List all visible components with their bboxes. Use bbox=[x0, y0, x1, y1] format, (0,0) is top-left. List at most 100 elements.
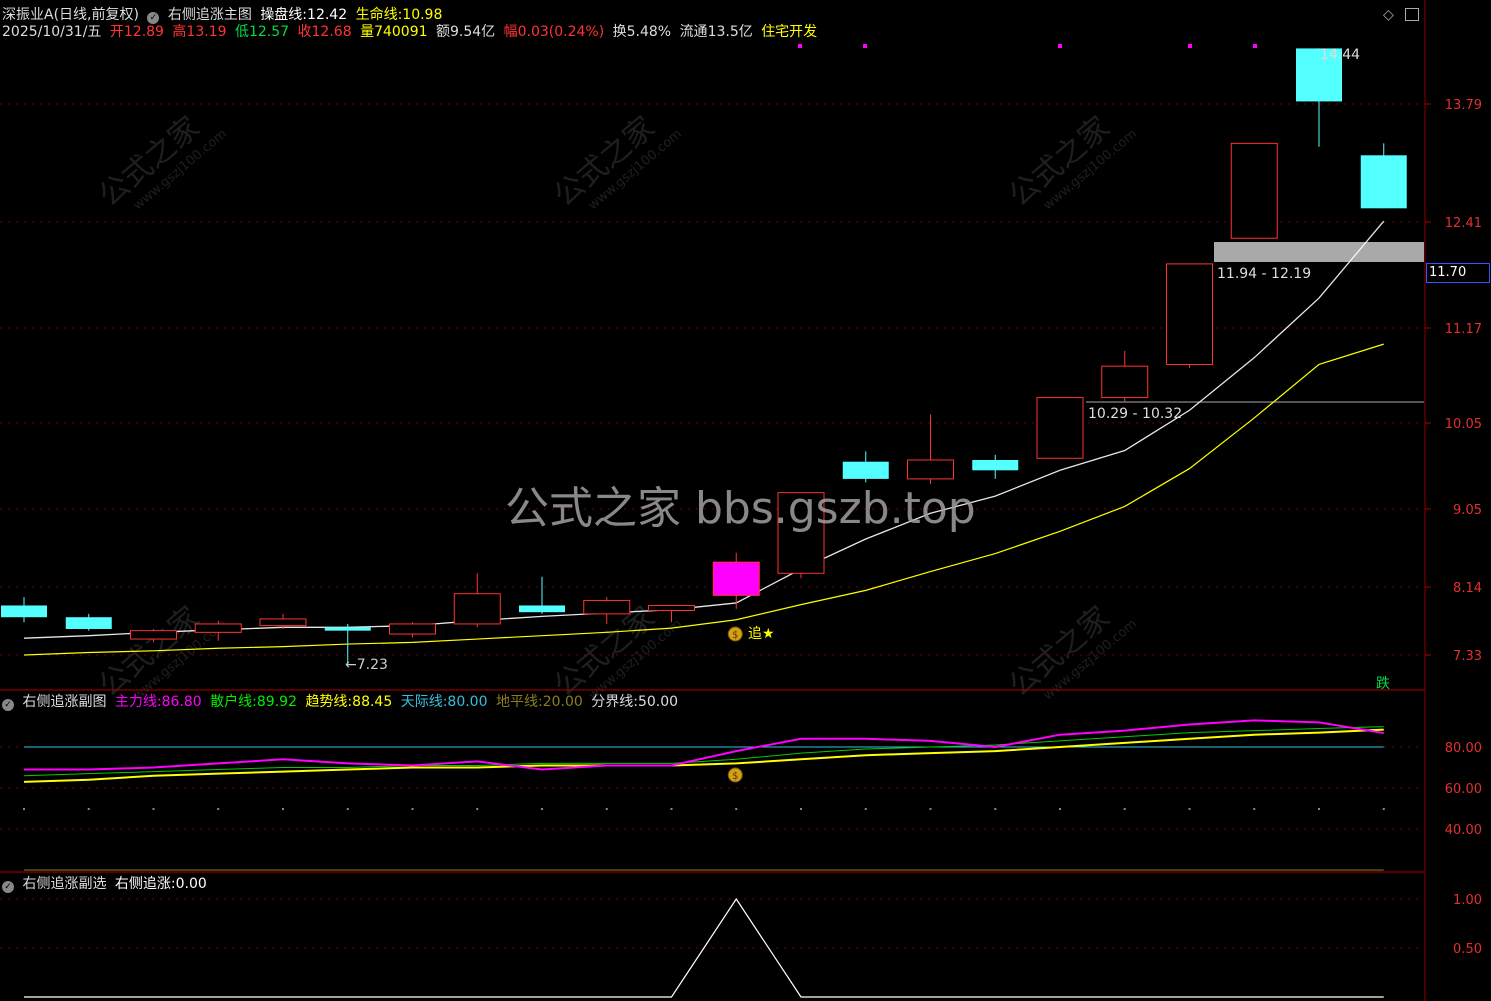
low-marker: ←7.23 bbox=[345, 657, 388, 673]
candle-body bbox=[1, 605, 47, 618]
dipin-value: 20.00 bbox=[542, 694, 583, 710]
x-tick-dot bbox=[735, 808, 738, 810]
zhuli-label: 主力线: bbox=[114, 694, 162, 710]
low-label: 低 bbox=[234, 24, 249, 40]
indicator-menu-icon[interactable]: ✓ bbox=[147, 12, 160, 24]
open-label: 开 bbox=[109, 24, 124, 40]
x-tick-dot bbox=[23, 808, 25, 810]
quote-date: 2025/10/31/五 bbox=[2, 24, 102, 40]
x-tick-dot bbox=[476, 808, 479, 810]
float-label: 流通 bbox=[679, 24, 708, 40]
x-tick-dot bbox=[929, 808, 932, 810]
candle-body bbox=[65, 617, 112, 629]
close-value: 12.68 bbox=[311, 24, 352, 40]
diamond-icon[interactable]: ◇ bbox=[1383, 7, 1394, 23]
money-bag-icon-glyph: $ bbox=[732, 771, 738, 782]
x-tick-dot bbox=[217, 808, 220, 810]
x-tick-dot bbox=[994, 808, 997, 810]
main-header: 深振业A(日线,前复权) ✓ 右侧追涨主图 操盘线:12.42 生命线:10.9… bbox=[2, 7, 446, 24]
sanhu-value: 89.92 bbox=[256, 694, 297, 710]
vol-value: 740091 bbox=[374, 24, 428, 40]
y-tick-label: 1.00 bbox=[1453, 893, 1482, 908]
chase-label: 追★ bbox=[748, 626, 775, 642]
candle-body bbox=[712, 561, 760, 596]
x-tick-dot bbox=[1318, 808, 1320, 810]
top-signal-dot bbox=[1058, 44, 1062, 48]
high-label: 高 bbox=[172, 24, 187, 40]
caopan-label: 操盘线: bbox=[260, 7, 308, 23]
sub2-title[interactable]: 右侧追涨副选 bbox=[22, 876, 106, 892]
low-value: 12.57 bbox=[248, 24, 290, 40]
x-tick-dot bbox=[541, 808, 543, 810]
stock-name[interactable]: 深振业A bbox=[2, 7, 54, 23]
resistance-zone bbox=[1214, 242, 1424, 262]
y-tick-label: 80.00 bbox=[1445, 741, 1482, 756]
sub1-header: ✓ 右侧追涨副图 主力线:86.80 散户线:89.92 趋势线:88.45 天… bbox=[2, 694, 682, 711]
x-tick-dot bbox=[864, 808, 867, 810]
x-tick-dot bbox=[1253, 808, 1256, 810]
high-value: 13.19 bbox=[186, 24, 227, 40]
sub2-label: 右侧追涨: bbox=[114, 876, 176, 892]
candle-body bbox=[453, 593, 501, 625]
y-tick-label: 40.00 bbox=[1445, 823, 1482, 838]
y-tick-label: 0.50 bbox=[1453, 942, 1482, 957]
quote-header: 2025/10/31/五 开12.89 高13.19 低12.57 收12.68… bbox=[2, 24, 821, 40]
tianji-value: 80.00 bbox=[447, 694, 488, 710]
x-tick-dot bbox=[1123, 808, 1126, 810]
x-tick-dot bbox=[411, 808, 414, 810]
vol-label: 量 bbox=[360, 24, 375, 40]
window-toggle-icon[interactable] bbox=[1405, 8, 1419, 21]
candle-body bbox=[1036, 397, 1084, 459]
top-signal-dot bbox=[863, 44, 867, 48]
x-tick-dot bbox=[346, 808, 349, 810]
y-tick-label: 8.14 bbox=[1453, 581, 1482, 596]
x-tick-dot bbox=[1059, 808, 1061, 810]
sub1-series-line bbox=[23, 726, 1384, 777]
die-signal: 跌 bbox=[1376, 676, 1390, 692]
tianji-label: 天际线: bbox=[400, 694, 448, 710]
fenjie-label: 分界线: bbox=[591, 694, 638, 710]
chase-text: 追 bbox=[748, 626, 762, 642]
current-price-box: 11.70 bbox=[1426, 263, 1490, 283]
candle-body bbox=[1101, 365, 1149, 399]
candle-body bbox=[648, 604, 695, 612]
candle-body bbox=[389, 623, 436, 635]
fenjie-value: 50.00 bbox=[637, 694, 679, 710]
float-value: 13.5亿 bbox=[707, 24, 753, 40]
x-tick-dot bbox=[800, 808, 802, 810]
change-value: 0.03(0.24%) bbox=[517, 24, 605, 40]
indicator-name[interactable]: 右侧追涨主图 bbox=[168, 7, 252, 23]
sector-label[interactable]: 住宅开发 bbox=[761, 24, 817, 40]
x-tick-dot bbox=[1382, 808, 1385, 810]
amount-label: 额 bbox=[435, 24, 450, 40]
candle-body bbox=[519, 605, 565, 613]
zhuli-value: 86.80 bbox=[161, 694, 202, 710]
dipin-label: 地平线: bbox=[495, 694, 543, 710]
top-signal-dot bbox=[1188, 44, 1192, 48]
top-signal-dot bbox=[798, 44, 802, 48]
sub2-menu-icon[interactable]: ✓ bbox=[2, 881, 14, 893]
y-tick-label: 7.33 bbox=[1453, 649, 1482, 664]
money-bag-icon-glyph: $ bbox=[732, 630, 738, 641]
y-tick-label: 13.79 bbox=[1445, 98, 1482, 113]
sub1-title[interactable]: 右侧追涨副图 bbox=[22, 694, 106, 710]
zone-lower-label: 10.29 - 10.32 bbox=[1088, 406, 1183, 422]
y-tick-label: 9.05 bbox=[1453, 503, 1482, 518]
y-tick-label: 11.17 bbox=[1445, 322, 1482, 337]
amount-value: 9.54亿 bbox=[449, 24, 496, 40]
candle-body bbox=[972, 459, 1019, 471]
life-label: 生命线: bbox=[355, 7, 403, 23]
high-marker: 14.44 bbox=[1320, 47, 1361, 63]
sub2-value: 0.00 bbox=[175, 876, 207, 892]
sub2-series-line bbox=[24, 897, 1384, 998]
turnover-value: 5.48% bbox=[626, 24, 672, 40]
sub1-menu-icon[interactable]: ✓ bbox=[2, 699, 14, 711]
y-tick-label: 10.05 bbox=[1445, 417, 1482, 432]
period-label[interactable]: (日线,前复权) bbox=[54, 7, 139, 23]
x-tick-dot bbox=[282, 808, 284, 810]
caopan-value: 12.42 bbox=[307, 7, 348, 23]
x-tick-dot bbox=[670, 808, 673, 810]
y-tick-label: 60.00 bbox=[1445, 782, 1482, 797]
candle-body bbox=[259, 618, 307, 627]
zone-upper-label: 11.94 - 12.19 bbox=[1217, 266, 1312, 282]
